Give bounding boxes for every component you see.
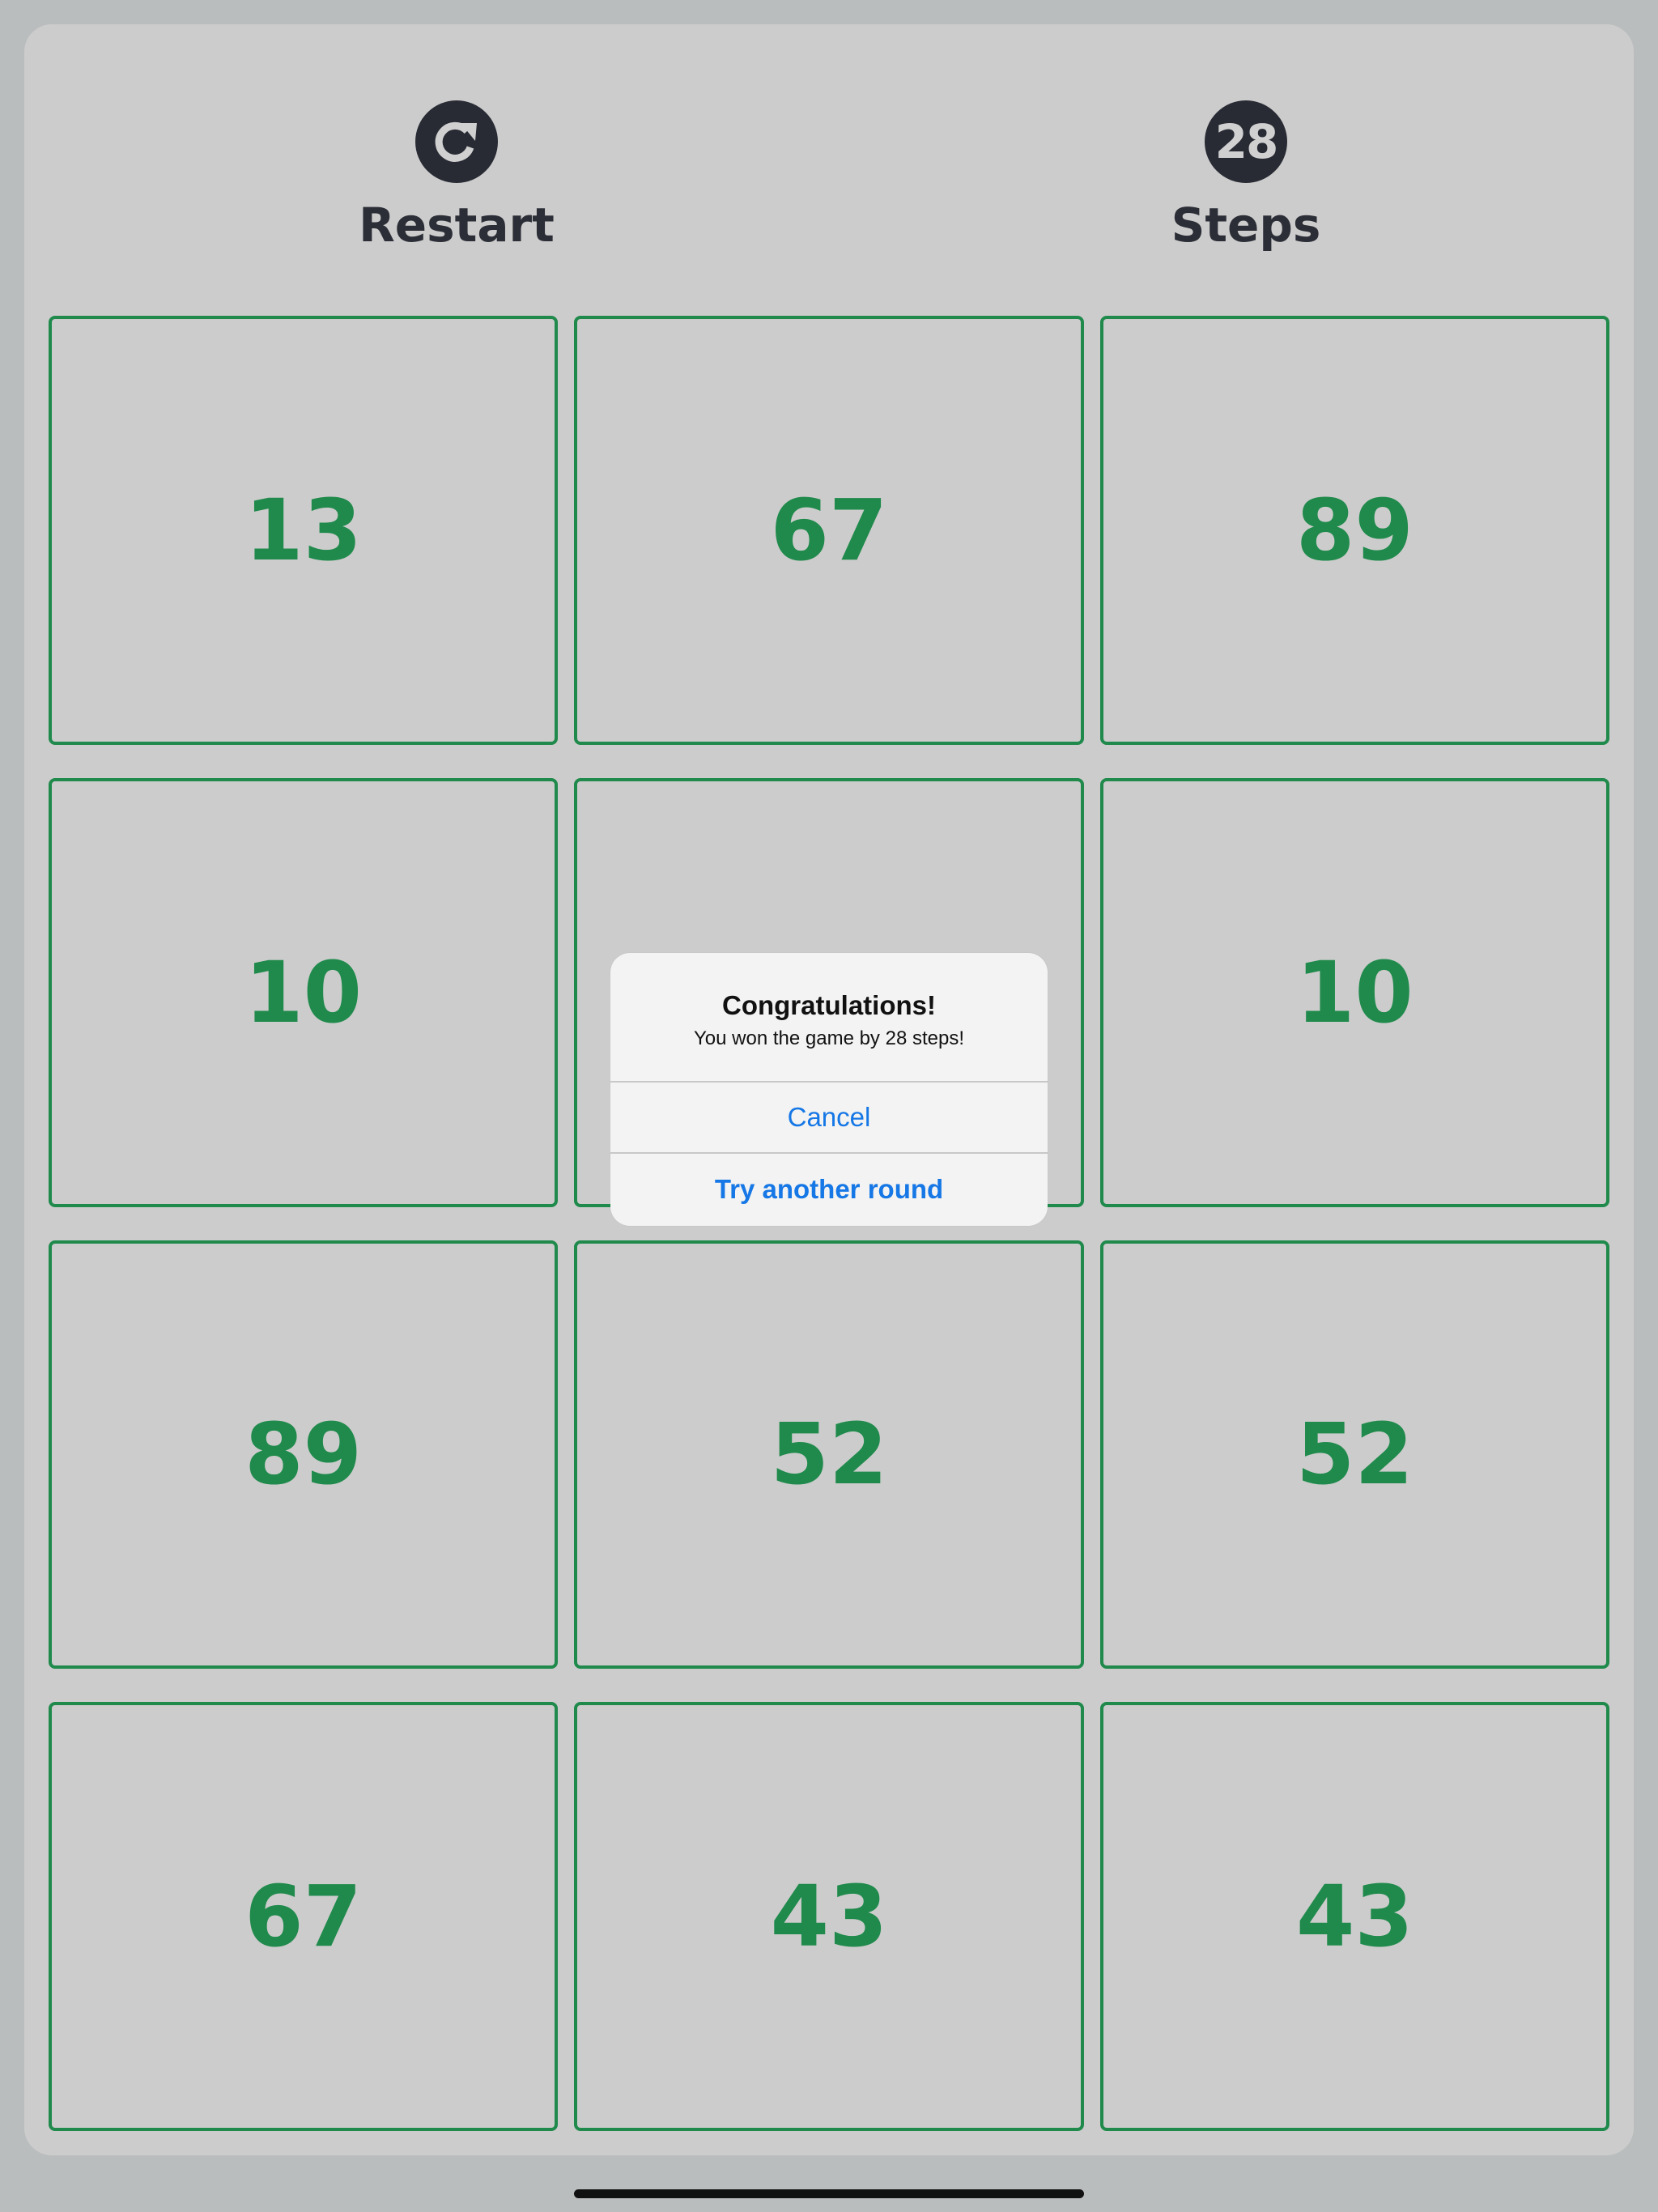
dialog-body: Congratulations! You won the game by 28 … <box>610 953 1048 1083</box>
win-alert-dialog: Congratulations! You won the game by 28 … <box>610 953 1048 1226</box>
card[interactable]: 10 <box>1099 777 1609 1207</box>
card[interactable]: 67 <box>49 1702 559 2131</box>
card[interactable]: 10 <box>49 777 559 1207</box>
card[interactable]: 67 <box>574 316 1084 745</box>
card[interactable]: 43 <box>574 1702 1084 2131</box>
steps-count-badge: 28 <box>1205 100 1287 183</box>
dialog-message: You won the game by 28 steps! <box>693 1027 964 1049</box>
card[interactable]: 52 <box>574 1240 1084 1670</box>
restart-control[interactable]: Restart <box>295 24 619 291</box>
restart-label[interactable]: Restart <box>359 198 555 253</box>
card[interactable]: 52 <box>1099 1240 1609 1670</box>
steps-label: Steps <box>1171 198 1321 253</box>
cancel-button[interactable]: Cancel <box>610 1083 1048 1154</box>
dialog-title: Congratulations! <box>722 990 936 1020</box>
home-indicator[interactable] <box>574 2189 1084 2198</box>
card[interactable]: 43 <box>1099 1702 1609 2131</box>
try-another-round-button[interactable]: Try another round <box>610 1154 1048 1224</box>
card[interactable]: 89 <box>1099 316 1609 745</box>
card[interactable]: 13 <box>49 316 559 745</box>
restart-icon[interactable] <box>415 100 498 183</box>
card[interactable]: 89 <box>49 1240 559 1670</box>
steps-counter: 28 Steps <box>1084 24 1408 291</box>
